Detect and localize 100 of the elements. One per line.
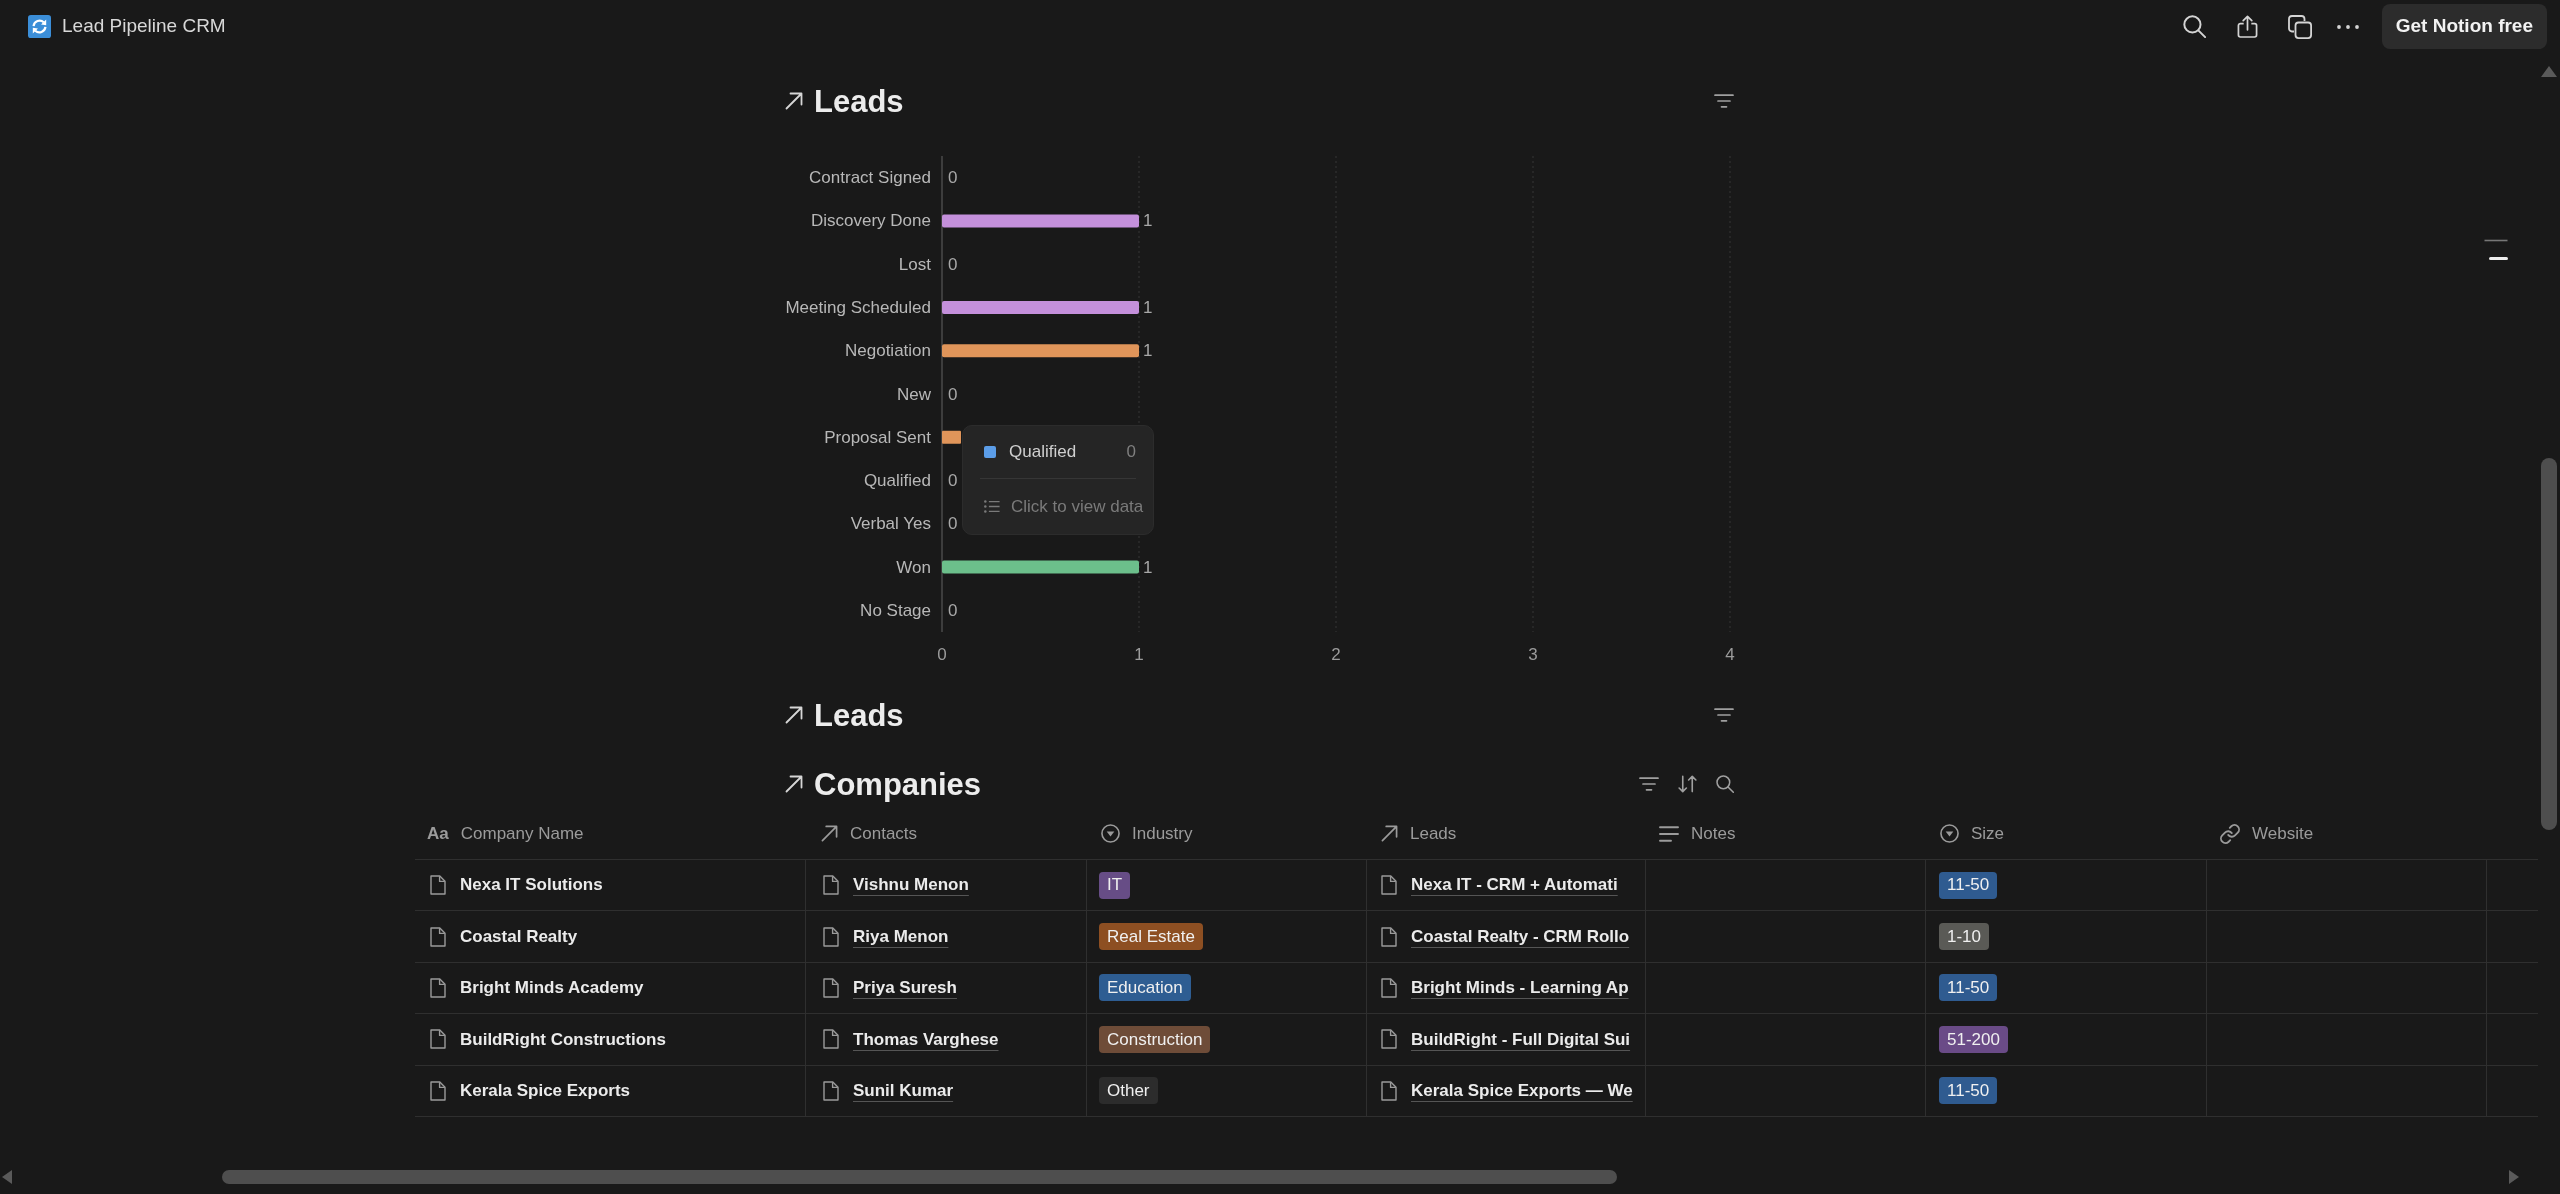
dropdown-type-icon <box>1940 824 1959 843</box>
column-header[interactable]: Contacts <box>806 808 1087 859</box>
relation-link[interactable]: Sunil Kumar <box>853 1078 954 1104</box>
value-label: 0 <box>948 384 958 404</box>
value-label: 0 <box>948 168 958 188</box>
tooltip-label: Qualified <box>1009 441 1077 464</box>
axis-tick-label: 0 <box>937 644 947 664</box>
select-tag: Construction <box>1099 1025 1211 1053</box>
axis-tick-label: 3 <box>1528 644 1538 664</box>
column-header[interactable]: Size <box>1926 808 2207 859</box>
page-icon <box>430 1029 446 1050</box>
value-label: 1 <box>1143 211 1153 231</box>
page-icon <box>430 1080 446 1101</box>
database-title[interactable]: Leads <box>814 85 904 117</box>
value-label: 1 <box>1143 341 1153 361</box>
page-title-link[interactable]: Bright Minds Academy <box>460 975 644 1001</box>
page-title[interactable]: Lead Pipeline CRM <box>62 12 226 41</box>
tooltip-value: 0 <box>1126 441 1136 464</box>
page-outline-icon[interactable] <box>2484 239 2508 261</box>
value-label: 0 <box>948 600 958 620</box>
page-icon <box>823 1029 839 1050</box>
linked-arrow-icon <box>785 706 803 724</box>
share-icon[interactable] <box>2236 14 2258 39</box>
column-header[interactable]: Aa Company Name <box>415 808 806 859</box>
category-label: Verbal Yes <box>850 514 931 534</box>
select-tag: 1-10 <box>1939 923 1990 951</box>
value-label: 0 <box>948 471 958 491</box>
page-icon <box>1381 875 1397 896</box>
page-title-link[interactable]: Coastal Realty <box>460 923 578 950</box>
scroll-up-arrow-icon[interactable] <box>2541 66 2557 77</box>
bar[interactable] <box>942 344 1139 358</box>
category-label: New <box>897 384 931 404</box>
relation-link[interactable]: Kerala Spice Exports — We <box>1411 1078 1633 1104</box>
relation-link[interactable]: Priya Suresh <box>853 975 957 1001</box>
get-notion-free-button[interactable]: Get Notion free <box>2381 4 2547 49</box>
select-tag: Other <box>1099 1077 1158 1105</box>
vertical-scrollbar-thumb[interactable] <box>2541 458 2557 830</box>
relation-link[interactable]: Riya Menon <box>853 923 949 950</box>
database-title[interactable]: Companies <box>814 768 982 800</box>
page-icon <box>430 875 446 896</box>
select-tag: 51-200 <box>1939 1025 2008 1053</box>
select-tag: IT <box>1099 871 1131 899</box>
select-tag: 11-50 <box>1939 1077 1998 1105</box>
view-data-link[interactable]: Click to view data <box>984 498 1144 515</box>
page-icon <box>823 875 839 896</box>
value-label: 0 <box>948 254 958 274</box>
more-options-icon[interactable] <box>2336 24 2359 29</box>
refresh-arrows-icon <box>28 15 51 38</box>
value-label: 1 <box>1143 557 1153 577</box>
page-icon <box>430 926 446 947</box>
column-header[interactable]: Industry <box>1087 808 1367 859</box>
page-title-link[interactable]: Nexa IT Solutions <box>460 872 603 898</box>
sort-icon[interactable] <box>1678 775 1697 793</box>
relation-link[interactable]: BuildRight - Full Digital Sui <box>1411 1026 1631 1053</box>
linked-arrow-icon <box>785 92 803 110</box>
scroll-left-arrow-icon[interactable] <box>2 1170 12 1184</box>
page-icon <box>823 926 839 947</box>
select-tag: 11-50 <box>1939 871 1998 899</box>
duplicate-icon[interactable] <box>2287 14 2312 39</box>
link-icon <box>2220 823 2240 844</box>
relation-link[interactable]: Coastal Realty - CRM Rollo <box>1411 923 1630 950</box>
axis-tick-label: 2 <box>1331 644 1341 664</box>
category-label: Contract Signed <box>809 168 931 188</box>
bar[interactable] <box>942 300 1139 314</box>
database-title[interactable]: Leads <box>814 699 904 731</box>
relation-arrow-icon <box>1381 825 1398 842</box>
filter-icon[interactable] <box>1639 777 1659 791</box>
category-label: Discovery Done <box>811 211 931 231</box>
category-label: No Stage <box>860 600 931 620</box>
bar[interactable] <box>942 430 961 444</box>
list-icon <box>984 500 1000 513</box>
page-title-link[interactable]: Kerala Spice Exports <box>460 1078 631 1104</box>
select-tag: 11-50 <box>1939 974 1998 1002</box>
scroll-right-arrow-icon[interactable] <box>2509 1170 2519 1184</box>
select-tag: Education <box>1099 974 1191 1002</box>
column-header[interactable]: Leads <box>1367 808 1646 859</box>
relation-link[interactable]: Bright Minds - Learning Ap <box>1411 975 1629 1001</box>
search-icon[interactable] <box>2182 15 2206 38</box>
axis-tick-label: 4 <box>1725 644 1735 664</box>
column-header[interactable]: Notes <box>1646 808 1926 859</box>
column-header[interactable]: Website <box>2207 808 2487 859</box>
page-icon <box>1381 977 1397 998</box>
page-icon <box>823 977 839 998</box>
search-icon[interactable] <box>1716 775 1734 793</box>
page-icon <box>823 1080 839 1101</box>
axis-tick-label: 1 <box>1134 644 1144 664</box>
page-title-link[interactable]: BuildRight Constructions <box>460 1026 666 1053</box>
filter-icon[interactable] <box>1714 708 1734 722</box>
filter-icon[interactable] <box>1714 94 1734 108</box>
category-label: Qualified <box>863 471 931 491</box>
relation-arrow-icon <box>821 825 838 842</box>
horizontal-scrollbar-thumb[interactable] <box>222 1170 1617 1184</box>
category-label: Negotiation <box>845 341 931 361</box>
page-icon <box>1381 1029 1397 1050</box>
relation-link[interactable]: Thomas Varghese <box>853 1026 999 1053</box>
relation-link[interactable]: Nexa IT - CRM + Automati <box>1411 872 1618 898</box>
text-lines-icon <box>1659 825 1679 842</box>
linked-arrow-icon <box>785 775 803 793</box>
select-tag: Real Estate <box>1099 923 1203 951</box>
relation-link[interactable]: Vishnu Menon <box>853 872 969 898</box>
